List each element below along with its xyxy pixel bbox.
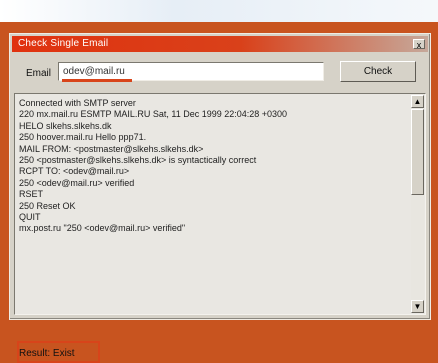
log-line: RCPT TO: <odev@mail.ru> xyxy=(19,166,130,177)
arrow-up-icon[interactable]: ▲ xyxy=(411,95,424,108)
log-scrollbar[interactable]: ▲ ▼ xyxy=(411,95,424,313)
log-line: 250 Reset OK xyxy=(19,200,76,211)
title-bar[interactable]: Check Single Email x xyxy=(12,36,428,52)
log-line: 250 <postmaster@slkehs.slkehs.dk> is syn… xyxy=(19,155,257,166)
log-line: mx.post.ru "250 <odev@mail.ru> verified" xyxy=(19,223,186,234)
scroll-thumb[interactable] xyxy=(411,109,424,195)
log-line: MAIL FROM: <postmaster@slkehs.slkehs.dk> xyxy=(19,143,204,154)
check-button[interactable]: Check xyxy=(340,61,416,82)
log-line: 220 mx.mail.ru ESMTP MAIL.RU Sat, 11 Dec… xyxy=(19,109,288,120)
smtp-log-area[interactable]: Connected with SMTP server 220 mx.mail.ru… xyxy=(14,93,426,363)
result-status: Result: Exist xyxy=(19,348,75,359)
log-line: 250 hoover.mail.ru Hello ppp71. xyxy=(19,132,147,143)
check-email-window: Check Single Email x Email Check Connect… xyxy=(9,33,431,363)
log-line: 250 <odev@mail.ru> verified xyxy=(19,177,135,188)
top-band xyxy=(0,0,438,22)
log-lines: Connected with SMTP server 220 mx.mail.ru… xyxy=(19,98,407,235)
window-title: Check Single Email xyxy=(18,38,109,49)
log-line: Connected with SMTP server xyxy=(19,98,136,108)
close-button[interactable]: x xyxy=(413,39,425,50)
log-line: RSET xyxy=(19,189,44,200)
arrow-down-icon[interactable]: ▼ xyxy=(411,300,424,313)
log-line: QUIT xyxy=(19,212,41,223)
email-highlight-underline xyxy=(62,79,132,82)
email-label: Email xyxy=(26,68,52,79)
log-line: HELO slkehs.slkehs.dk xyxy=(19,120,112,131)
